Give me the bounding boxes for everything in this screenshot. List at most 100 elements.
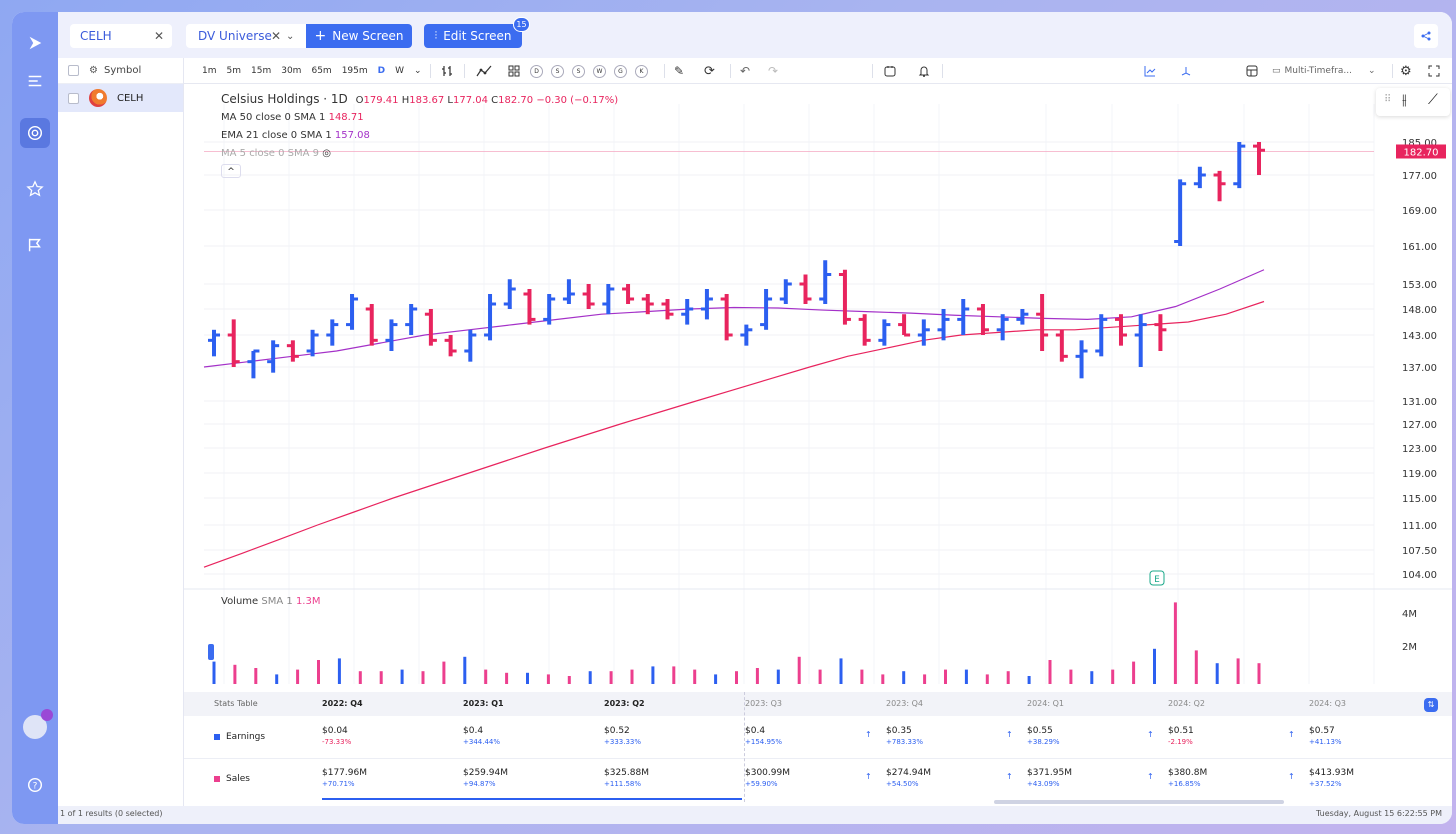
circle-button-s[interactable]: S [572, 64, 585, 78]
trend-up-icon: ↑ [1288, 772, 1295, 781]
last-price-label: 182.70 [1404, 147, 1439, 158]
earnings-value: $0.55 [1027, 726, 1053, 736]
circle-button-g[interactable]: G [614, 64, 627, 78]
interval-1m[interactable]: 1m [202, 66, 217, 76]
new-screen-button[interactable]: + New Screen [306, 24, 412, 48]
sales-change: +43.09% [1027, 780, 1060, 788]
line-chart-icon[interactable] [1144, 58, 1156, 84]
hidden-eye-icon[interactable]: ◎ [322, 148, 331, 159]
flag-icon[interactable] [20, 230, 50, 260]
interval-30m[interactable]: 30m [281, 66, 301, 76]
interval-W[interactable]: W [395, 66, 404, 76]
fullscreen-icon[interactable] [1428, 58, 1440, 84]
sales-value: $371.95M [1027, 768, 1072, 778]
edit-screen-label: Edit Screen [443, 29, 512, 43]
earnings-change: +154.95% [745, 738, 783, 746]
trendline-tool-icon[interactable]: ⟋ [1428, 92, 1438, 108]
sales-change: +111.58% [604, 780, 642, 788]
select-all-checkbox[interactable] [68, 65, 79, 76]
row-checkbox[interactable] [68, 92, 79, 104]
sales-value: $413.93M [1309, 768, 1354, 778]
settings-icon[interactable]: ⚙ [89, 65, 98, 76]
ma5-legend[interactable]: MA 5 close 0 SMA 9 ◎ [221, 148, 331, 159]
calendar-icon[interactable] [884, 58, 896, 84]
compare-icon[interactable] [1180, 58, 1192, 84]
screen-tab[interactable]: DV Universe ✕ ⌄ [186, 24, 308, 48]
volume-bar [1153, 648, 1156, 684]
chevron-down-icon[interactable]: ⌄ [414, 66, 422, 76]
close-icon[interactable]: ✕ [271, 29, 281, 43]
interval-195m[interactable]: 195m [342, 66, 368, 76]
gear-icon[interactable]: ⚙ [1400, 58, 1412, 84]
refresh-icon[interactable]: ⟳ [704, 58, 715, 84]
volume-bar [985, 674, 989, 684]
eraser-icon[interactable]: ✎ [674, 58, 684, 84]
volume-bar [296, 669, 300, 684]
earnings-change: -73.33% [322, 738, 352, 746]
y-tick-label: 111.00 [1402, 521, 1437, 532]
symbol-title: Celsius Holdings · 1D [221, 92, 348, 106]
folder-icon: ▭ [1272, 66, 1281, 76]
volume-bar [1090, 671, 1094, 684]
close-icon[interactable]: ✕ [154, 29, 164, 43]
interval-65m[interactable]: 65m [311, 66, 331, 76]
circle-button-k[interactable]: K [635, 64, 648, 78]
sales-change: +54.50% [886, 780, 919, 788]
volume-bar [400, 669, 404, 684]
redo-icon[interactable]: ↷ [768, 58, 778, 84]
pane-handle[interactable] [208, 644, 214, 660]
interval-group: 1m 5m 15m 30m 65m 195m D W ⌄ [202, 58, 422, 84]
layout-select-label: Multi-Timefra... [1284, 66, 1352, 76]
bars-tool-icon[interactable]: ⫲ [1402, 92, 1407, 108]
star-icon[interactable] [20, 174, 50, 204]
menu-icon[interactable] [20, 66, 50, 96]
interval-D[interactable]: D [378, 66, 385, 76]
interval-15m[interactable]: 15m [251, 66, 271, 76]
alert-bell-icon[interactable] [918, 58, 930, 84]
period-header: 2024: Q3 [1309, 699, 1346, 708]
circle-button-group: DSSWGK [530, 58, 648, 84]
grid-icon[interactable] [508, 58, 520, 84]
watchlist-row[interactable]: CELH [58, 84, 183, 112]
y-tick-label: 107.50 [1402, 546, 1437, 557]
volume-bar [672, 666, 676, 684]
collapse-legend-button[interactable]: ^ [221, 164, 241, 178]
earnings-value: $0.35 [886, 726, 912, 736]
chevron-down-icon[interactable]: ⌄ [286, 31, 294, 42]
app-logo-icon[interactable] [20, 28, 50, 58]
symbol-tab[interactable]: CELH ✕ [70, 24, 172, 48]
edit-screen-button[interactable]: ⫶ Edit Screen 15 [424, 17, 530, 48]
help-icon[interactable]: ? [20, 770, 50, 800]
interval-5m[interactable]: 5m [227, 66, 242, 76]
trend-up-icon: ↑ [1147, 772, 1154, 781]
chart-canvas[interactable]: 185.00177.00169.00161.00153.00148.00143.… [184, 84, 1452, 704]
drag-handle-icon[interactable]: ⠿ [1384, 94, 1391, 105]
indicators-icon[interactable] [476, 58, 492, 84]
bar-style-icon[interactable] [440, 58, 454, 84]
avatar[interactable] [20, 709, 53, 742]
ma50-legend[interactable]: MA 50 close 0 SMA 1 148.71 [221, 112, 364, 123]
layout-icon[interactable] [1246, 58, 1258, 84]
symbol-tab-label: CELH [80, 29, 112, 43]
stats-settings-icon[interactable]: ⇅ [1424, 698, 1438, 712]
period-header: 2023: Q1 [463, 699, 504, 708]
share-button[interactable] [1414, 24, 1438, 48]
volume-legend[interactable]: Volume SMA 1 1.3M [221, 596, 320, 607]
volume-bar [1173, 602, 1177, 684]
circle-button-d[interactable]: D [530, 64, 543, 78]
ema21-legend[interactable]: EMA 21 close 0 SMA 1 157.08 [221, 130, 370, 141]
sales-value: $274.94M [886, 768, 931, 778]
volume-bar [818, 669, 822, 684]
earnings-change: +38.29% [1027, 738, 1060, 746]
layout-select[interactable]: ▭ Multi-Timefra... ⌄ [1272, 58, 1375, 84]
circle-button-s[interactable]: S [551, 64, 564, 78]
horizontal-scrollbar[interactable] [994, 800, 1284, 804]
price-chart[interactable]: 185.00 177.00 169.00 161.00 153.00 148.00 143.… [184, 84, 1452, 704]
trend-up-icon: ↑ [865, 730, 872, 739]
status-bar: 1 of 1 results (0 selected) Tuesday, Aug… [58, 806, 1452, 824]
screener-icon[interactable] [20, 118, 50, 148]
undo-icon[interactable]: ↶ [740, 58, 750, 84]
status-datetime: Tuesday, August 15 6:22:55 PM [1315, 809, 1442, 818]
sliders-icon: ⫶ [434, 29, 438, 42]
circle-button-w[interactable]: W [593, 64, 606, 78]
